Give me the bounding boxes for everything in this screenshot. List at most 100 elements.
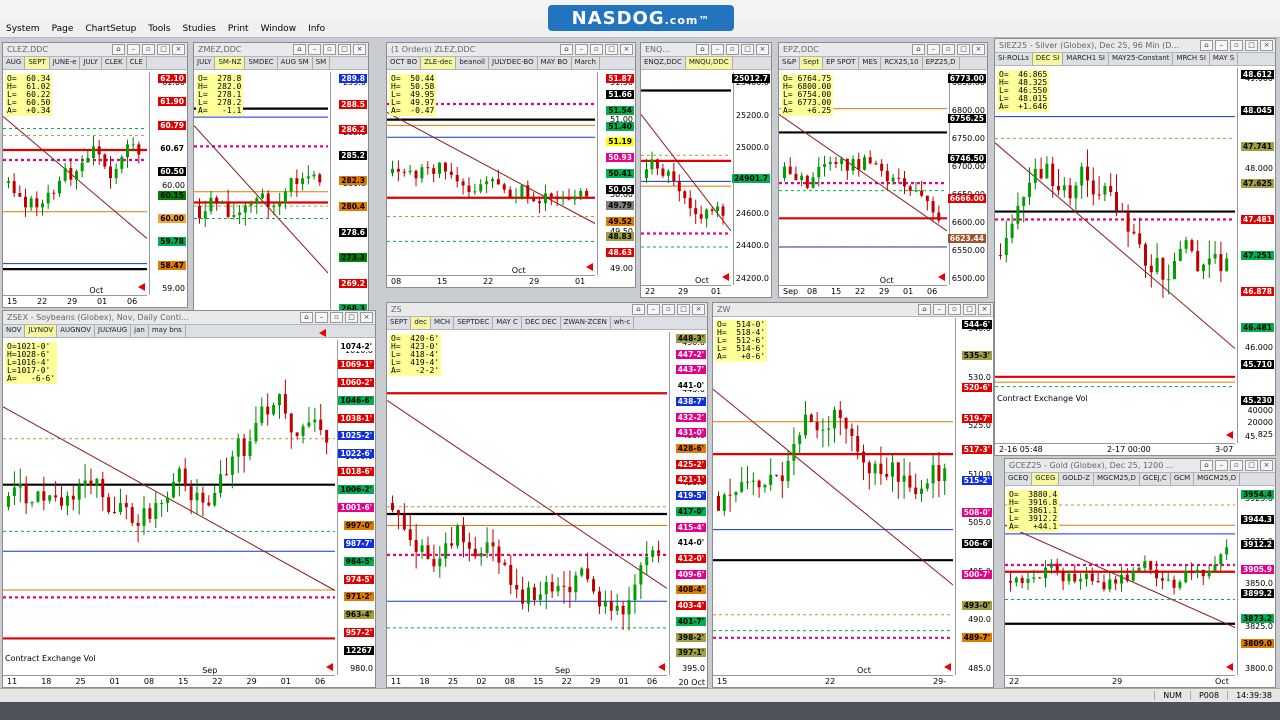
maximize-icon[interactable]: □ [345, 312, 358, 323]
menu-page[interactable]: Page [46, 24, 80, 34]
symbol-tab[interactable]: ZWAN-ZCEN [561, 317, 611, 329]
pin-icon[interactable]: ⌂ [1200, 40, 1213, 51]
symbol-tab[interactable]: jan [131, 325, 149, 337]
symbol-tab[interactable]: SEPT [387, 317, 412, 329]
chart-window-w2[interactable]: ZMEZ,DDC ⌂ – ▫ □ × JULY SM-NZ SMDEC AUG SM SM O= 27… [193, 42, 369, 354]
symbol-tab[interactable]: dec [411, 317, 431, 329]
symbol-tab[interactable]: GCEG [1032, 473, 1060, 485]
chart-window-w8[interactable]: ZS ⌂ – ▫ □ × SEPT dec MCH SEPTDEC MAY C DEC DEC ZWAN… [386, 302, 708, 688]
chart-window-w4[interactable]: ENQ...⌂–▫□×ENQZ,DDCMNQU,DDC25400.025200.… [640, 42, 772, 298]
symbol-tab[interactable]: JULY [194, 57, 216, 69]
symbol-tab[interactable]: AUG SM [278, 57, 313, 69]
symbol-tab[interactable]: EPZ25,D [923, 57, 960, 69]
symbol-tab[interactable]: CLE [127, 57, 147, 69]
chart-window-w6[interactable]: SIEZ25 - Silver (Globex), Dec 25, 96 Min… [994, 38, 1276, 456]
order-flag-icon[interactable] [658, 663, 665, 671]
pin-icon[interactable]: ⌂ [696, 44, 709, 55]
symbol-tab[interactable]: March [572, 57, 600, 69]
symbol-tab[interactable]: MAY BO [538, 57, 572, 69]
chart-canvas[interactable]: 25400.025200.025000.024800.024600.024400… [641, 72, 771, 297]
symbol-tab[interactable]: MGCM25,D [1094, 473, 1140, 485]
order-flag-icon[interactable] [1226, 663, 1233, 671]
restore-icon[interactable]: ▫ [323, 44, 336, 55]
price-axis[interactable]: 1010.01000.0990.0980.01074-2'1069-1'1060… [337, 340, 375, 675]
pin-icon[interactable]: ⌂ [632, 304, 645, 315]
symbol-tab[interactable]: S&P [779, 57, 801, 69]
window-title[interactable]: SIEZ25 - Silver (Globex), Dec 25, 96 Min… [995, 39, 1275, 53]
symbol-tab[interactable]: SMDEC [245, 57, 278, 69]
minimize-icon[interactable]: – [1215, 40, 1228, 51]
symbol-tab[interactable]: ZLE-dec [421, 57, 457, 69]
chart-window-w1[interactable]: CLEZ,DDC ⌂ – ▫ □ × AUG SEPT JUNE-e JULY CLEK CLE O= … [2, 42, 188, 308]
menu-window[interactable]: Window [255, 24, 303, 34]
window-title[interactable]: ZSEX - Soybeans (Globex), Nov, Daily Con… [3, 311, 375, 325]
chart-canvas[interactable]: O= 50.44 H= 50.58 L= 49.95 L= 49.97 A= -… [387, 72, 635, 287]
minimize-icon[interactable]: – [575, 44, 588, 55]
close-icon[interactable]: × [353, 44, 366, 55]
menu-system[interactable]: System [0, 24, 46, 34]
menu-chartsetup[interactable]: ChartSetup [79, 24, 142, 34]
window-title[interactable]: ZW ⌂ – ▫ □ × [713, 303, 993, 317]
chart-canvas[interactable]: O=1021-0' H=1028-6' L=1016-4' L=1017-0' … [3, 340, 375, 687]
order-flag-icon[interactable] [586, 263, 593, 271]
restore-icon[interactable]: ▫ [1230, 40, 1243, 51]
minimize-icon[interactable]: – [1215, 460, 1228, 471]
symbol-tab[interactable]: JULYAUG [95, 325, 132, 337]
symbol-tab[interactable]: NOV [3, 325, 26, 337]
symbol-tab[interactable]: GCEJ,C [1140, 473, 1171, 485]
symbol-tab[interactable]: MARCH1 SI [1063, 53, 1109, 65]
window-title[interactable]: CLEZ,DDC ⌂ – ▫ □ × [3, 43, 187, 57]
order-flag-icon[interactable] [944, 663, 951, 671]
symbol-tab[interactable]: SI-ROLLs [995, 53, 1033, 65]
symbol-tab[interactable]: MES [859, 57, 882, 69]
symbol-tab[interactable]: SM-NZ [215, 57, 246, 69]
window-title[interactable]: EPZ,DDC ⌂ – ▫ □ × [779, 43, 987, 57]
chart-window-w10[interactable]: GCEZ25 - Gold (Globex), Dec 25, 1200 ...… [1004, 458, 1276, 688]
order-flag-icon[interactable] [722, 273, 729, 281]
order-flag-icon[interactable] [326, 663, 333, 671]
price-axis[interactable]: 3925.03875.03850.03825.03800.03954.43944… [1237, 488, 1275, 675]
close-icon[interactable]: × [1260, 40, 1273, 51]
pin-icon[interactable]: ⌂ [300, 312, 313, 323]
symbol-tab[interactable]: DEC DEC [522, 317, 561, 329]
symbol-tab[interactable]: DEC SI [1032, 53, 1064, 65]
symbol-tab[interactable]: MAY S [1210, 53, 1239, 65]
symbol-tab[interactable]: MRCH SI [1173, 53, 1210, 65]
symbol-tab[interactable]: beanoil [456, 57, 489, 69]
symbol-tab[interactable]: SM [313, 57, 331, 69]
price-axis[interactable]: 25400.025200.025000.024800.024600.024400… [731, 72, 771, 285]
order-flag-icon[interactable] [938, 273, 945, 281]
symbol-tab[interactable]: MCH [431, 317, 455, 329]
maximize-icon[interactable]: □ [963, 304, 976, 315]
restore-icon[interactable]: ▫ [942, 44, 955, 55]
menu-print[interactable]: Print [222, 24, 255, 34]
order-flag-icon[interactable] [1226, 431, 1233, 439]
symbol-tab[interactable]: AUG [3, 57, 26, 69]
minimize-icon[interactable]: – [933, 304, 946, 315]
price-axis[interactable]: 450.0445.0435.0425.0415.0405.0400.0395.0… [669, 332, 707, 675]
symbol-tab[interactable]: RCX25,10 [881, 57, 923, 69]
symbol-tab[interactable]: Sept [800, 57, 824, 69]
restore-icon[interactable]: ▫ [662, 304, 675, 315]
chart-window-w3[interactable]: (1 Orders) ZLEZ,DDC ⌂ – ▫ □ × OCT BO ZLE-dec bea… [386, 42, 636, 288]
maximize-icon[interactable]: □ [157, 44, 170, 55]
menu-studies[interactable]: Studies [176, 24, 221, 34]
restore-icon[interactable]: ▫ [1230, 460, 1243, 471]
symbol-tab[interactable]: EP SPOT [823, 57, 860, 69]
price-axis[interactable]: 540.0530.0525.0510.0505.0495.0490.0485.0… [955, 318, 993, 675]
minimize-icon[interactable]: – [711, 44, 724, 55]
order-flag-icon[interactable] [138, 283, 145, 291]
price-axis[interactable]: 61.0060.0059.0062.1061.9060.7960.6760.50… [149, 72, 187, 295]
menu-info[interactable]: Info [302, 24, 331, 34]
pin-icon[interactable]: ⌂ [918, 304, 931, 315]
close-icon[interactable]: × [978, 304, 991, 315]
symbol-tab[interactable]: SEPT [25, 57, 50, 69]
chart-canvas[interactable]: O= 420-6' H= 423-0' L= 418-4' L= 419-4' … [387, 332, 707, 687]
close-icon[interactable]: × [1260, 460, 1273, 471]
symbol-tab[interactable]: wh-c [611, 317, 635, 329]
minimize-icon[interactable]: – [647, 304, 660, 315]
maximize-icon[interactable]: □ [338, 44, 351, 55]
maximize-icon[interactable]: □ [741, 44, 754, 55]
minimize-icon[interactable]: – [127, 44, 140, 55]
symbol-tab[interactable]: CLEK [102, 57, 127, 69]
